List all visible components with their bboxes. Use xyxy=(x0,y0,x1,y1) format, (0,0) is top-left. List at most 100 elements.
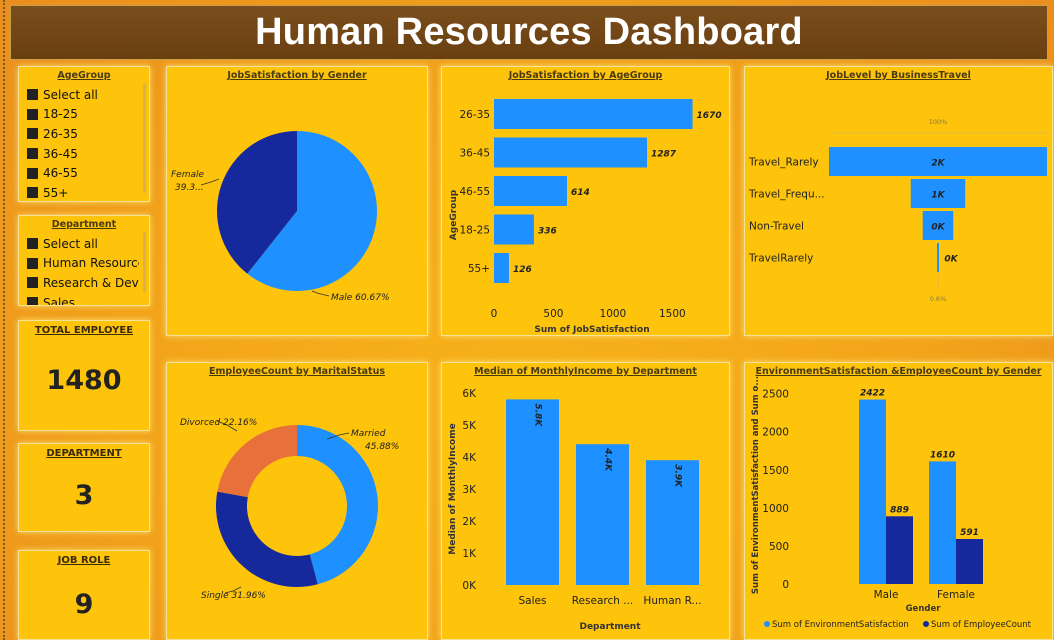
department-slicer[interactable]: Department Select all Human Resources Rese… xyxy=(18,215,150,306)
department-item-label: Human Resources xyxy=(43,256,139,271)
department-item[interactable]: Select all xyxy=(27,234,139,254)
job-role-card-value: 9 xyxy=(74,589,94,620)
checkbox-icon[interactable] xyxy=(27,148,38,160)
department-item-label: Select all xyxy=(43,236,98,251)
age-group-item-label: Select all xyxy=(43,87,98,102)
checkbox-icon[interactable] xyxy=(27,277,38,289)
donut-slice-divorced xyxy=(217,425,297,498)
checkbox-icon[interactable] xyxy=(27,108,38,120)
data-label: 5.8K xyxy=(533,403,543,427)
data-label: 0K xyxy=(931,223,945,233)
bar xyxy=(494,253,509,283)
department-item[interactable]: Research & Deve... xyxy=(27,273,139,293)
data-label: 0K xyxy=(944,255,958,265)
data-label: 591 xyxy=(960,528,979,538)
age-group-slicer[interactable]: AgeGroup Select all 18-25 26-35 36-45 46-55 5… xyxy=(18,66,150,202)
checkbox-icon[interactable] xyxy=(27,257,38,269)
department-slicer-scrollbar[interactable] xyxy=(143,232,146,292)
legend-marker xyxy=(764,621,770,627)
department-item-label: Research & Deve... xyxy=(43,275,139,290)
data-label-married: Married xyxy=(351,429,386,439)
x-tick-label: Sales xyxy=(519,595,547,607)
total-employee-card-value: 1480 xyxy=(46,365,122,396)
checkbox-icon[interactable] xyxy=(27,167,38,179)
bar-employee-count xyxy=(956,538,983,584)
employee-marital-chart: Married 45.88% Divorced 22.16% Single 31.96… xyxy=(180,418,399,601)
x-tick-label: Male xyxy=(874,589,899,601)
checkbox-icon[interactable] xyxy=(27,238,38,250)
data-label: 2K xyxy=(931,159,945,169)
bar-environment-satisfaction xyxy=(859,399,886,584)
x-tick-label: Human R... xyxy=(643,595,701,607)
x-axis-title: Sum of JobSatisfaction xyxy=(534,325,649,335)
department-card-value: 3 xyxy=(74,480,94,511)
age-group-item[interactable]: 26-35 xyxy=(27,124,139,144)
data-label: 889 xyxy=(890,505,909,515)
income-department-panel: Median of MonthlyIncome by Department Me… xyxy=(441,362,730,640)
checkbox-icon[interactable] xyxy=(27,187,38,199)
x-axis-title: Department xyxy=(579,622,641,632)
y-tick-label: 1500 xyxy=(762,465,789,477)
age-group-item[interactable]: 18-25 xyxy=(27,105,139,125)
canvas-edge xyxy=(3,0,5,640)
age-group-item-label: 26-35 xyxy=(43,126,78,141)
bar-employee-count xyxy=(886,516,913,584)
chart-title: EnvironmentSatisfaction &EmployeeCount b… xyxy=(755,366,1042,377)
y-tick-label: 1000 xyxy=(762,503,789,515)
chart-title: EmployeeCount by MaritalStatus xyxy=(209,366,385,377)
data-label-single: Single 31.96% xyxy=(201,591,266,601)
age-group-item[interactable]: Select all xyxy=(27,85,139,105)
checkbox-icon[interactable] xyxy=(27,297,38,305)
department-slicer-title: Department xyxy=(51,219,117,230)
chart-title: Median of MonthlyIncome by Department xyxy=(474,366,697,377)
age-group-slicer-title: AgeGroup xyxy=(57,70,111,81)
env-gender-panel: EnvironmentSatisfaction &EmployeeCount b… xyxy=(744,362,1053,640)
department-item-label: Sales xyxy=(43,295,75,306)
checkbox-icon[interactable] xyxy=(27,128,38,140)
data-label: 3.9K xyxy=(673,464,683,488)
age-group-item[interactable]: 46-55 xyxy=(27,163,139,183)
age-group-item-label: 55+ xyxy=(43,185,69,200)
x-tick-label: 0 xyxy=(491,308,498,320)
bar-environment-satisfaction xyxy=(929,461,956,584)
department-slicer-list: Select all Human Resources Research & Deve… xyxy=(27,234,139,306)
bar xyxy=(494,176,567,206)
donut-slice-single xyxy=(215,491,318,587)
data-label: 336 xyxy=(538,227,557,237)
y-tick-label: 5K xyxy=(462,420,477,432)
age-group-item[interactable]: 55+ xyxy=(27,183,139,201)
data-label: 614 xyxy=(571,188,590,198)
data-label: 2422 xyxy=(860,389,885,399)
total-employee-card-title: TOTAL EMPLOYEE xyxy=(34,325,134,336)
x-tick-label: Research ... xyxy=(572,595,634,607)
leader-line xyxy=(311,290,330,297)
y-tick-label: 46-55 xyxy=(459,186,490,198)
legend-label: Sum of EmployeeCount xyxy=(931,620,1032,630)
legend-label: Sum of EnvironmentSatisfaction xyxy=(772,620,909,630)
job-level-travel-chart: 100% Travel_Rarely 2K Travel_Frequ... 1K Non-… xyxy=(748,118,1047,303)
age-group-item[interactable]: 36-45 xyxy=(27,144,139,164)
department-item[interactable]: Sales xyxy=(27,293,139,306)
age-group-item-label: 36-45 xyxy=(43,146,78,161)
x-tick-label: 1000 xyxy=(600,308,627,320)
y-axis-title: Median of MonthlyIncome xyxy=(448,423,458,554)
y-tick-label: 4K xyxy=(462,452,477,464)
y-axis-title: AgeGroup xyxy=(449,189,459,240)
funnel-category-label: Travel_Rarely xyxy=(748,157,819,169)
env-gender-chart: Sum of EnvironmentSatisfaction and Sum o… xyxy=(751,376,1032,630)
job-role-card: JOB ROLE 9 xyxy=(18,550,150,640)
y-tick-label: 36-45 xyxy=(459,148,490,160)
data-label: 1610 xyxy=(930,450,955,460)
bottom-percent-label: 0.6% xyxy=(930,295,947,303)
chart-title: JobSatisfaction by Gender xyxy=(227,70,367,81)
top-percent-label: 100% xyxy=(929,118,948,126)
chart-title: JobLevel by BusinessTravel xyxy=(826,70,971,81)
data-label: 1K xyxy=(931,191,945,201)
checkbox-icon[interactable] xyxy=(27,89,38,101)
age-group-item-label: 18-25 xyxy=(43,107,78,122)
data-label-female-value: 39.3... xyxy=(175,183,204,193)
y-tick-label: 3K xyxy=(462,484,477,496)
y-axis-title: Sum of EnvironmentSatisfaction and Sum o… xyxy=(751,376,761,594)
department-item[interactable]: Human Resources xyxy=(27,254,139,274)
age-group-slicer-scrollbar[interactable] xyxy=(143,83,146,193)
